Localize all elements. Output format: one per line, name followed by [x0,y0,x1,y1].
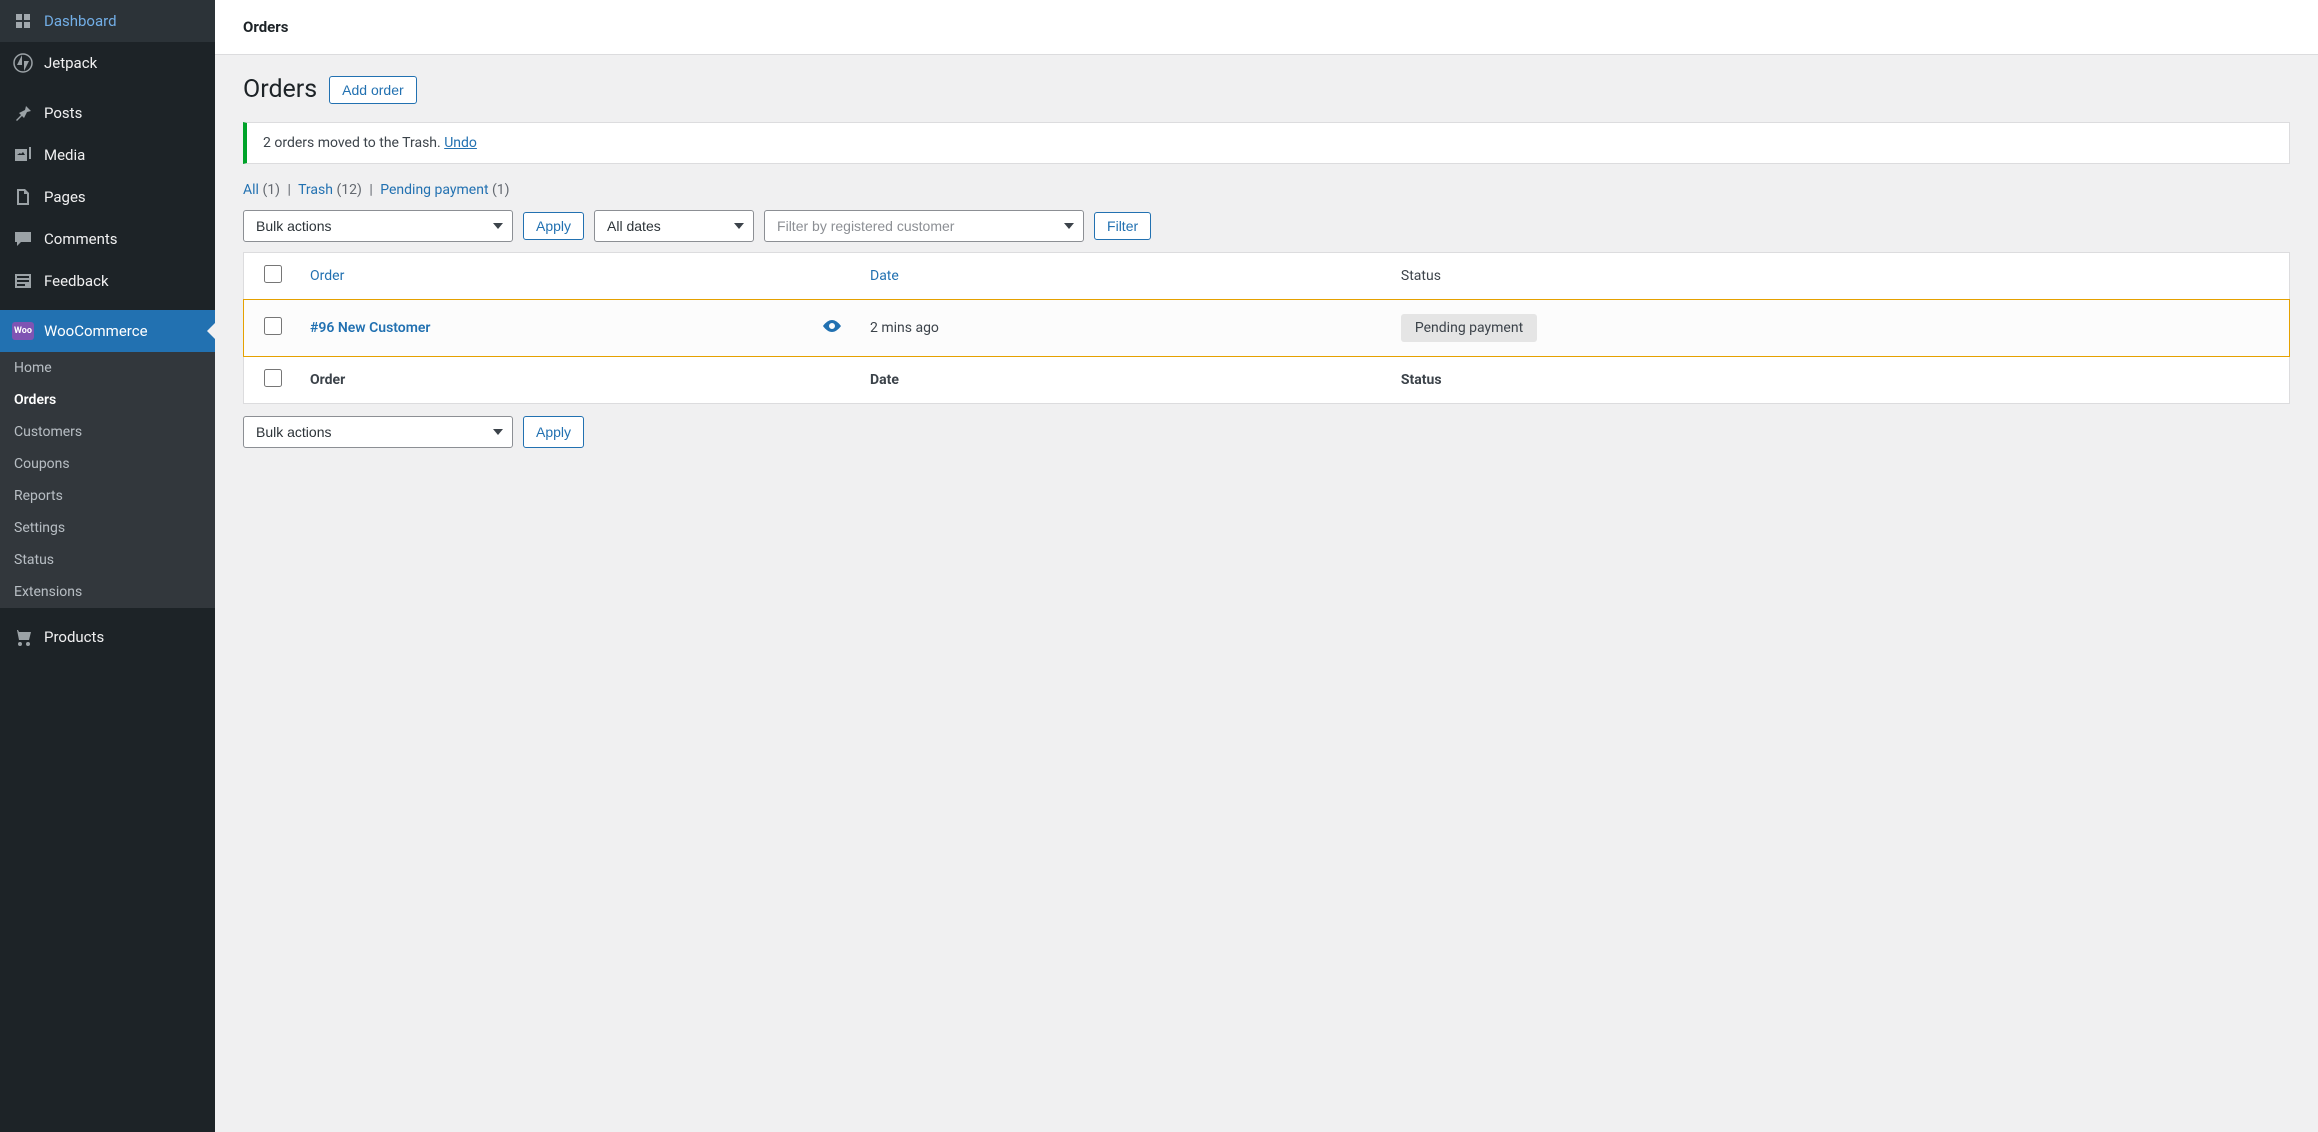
controls-top: Bulk actions Apply All dates Filter by r… [243,210,2290,242]
customer-filter-select[interactable]: Filter by registered customer [764,210,1084,242]
sidebar-item-woocommerce[interactable]: Woo WooCommerce [0,310,215,352]
woocommerce-icon: Woo [12,320,34,342]
sidebar-item-comments[interactable]: Comments [0,218,215,260]
feedback-icon [12,270,34,292]
submenu-item-coupons[interactable]: Coupons [0,448,215,480]
content-area: Orders Add order 2 orders moved to the T… [215,55,2318,468]
sidebar-item-label: Media [44,146,85,164]
add-order-button[interactable]: Add order [329,76,416,104]
sort-order-footer[interactable]: Order [310,372,345,388]
sidebar-item-label: Posts [44,104,82,122]
row-checkbox[interactable] [264,317,282,335]
submenu-item-status[interactable]: Status [0,544,215,576]
sidebar-item-label: Pages [44,188,86,206]
order-date: 2 mins ago [856,300,1387,357]
dashboard-icon [12,10,34,32]
sort-order-header[interactable]: Order [310,268,344,284]
products-icon [12,626,34,648]
table-row[interactable]: #96 New Customer 2 mins ago Pending paym… [244,300,2290,357]
table-header-row: Order Date Status [244,253,2290,300]
notice-trash: 2 orders moved to the Trash. Undo [243,122,2290,164]
filter-all-link[interactable]: All [243,182,259,198]
sidebar-item-pages[interactable]: Pages [0,176,215,218]
bulk-actions-select-bottom[interactable]: Bulk actions [243,416,513,448]
sidebar-item-label: WooCommerce [44,322,148,340]
apply-button-top[interactable]: Apply [523,212,584,240]
sidebar-item-label: Dashboard [44,12,117,30]
comment-icon [12,228,34,250]
orders-table: Order Date Status #96 New Customer 2 min… [243,252,2290,404]
submenu-item-orders[interactable]: Orders [0,384,215,416]
controls-bottom: Bulk actions Apply [243,416,2290,448]
sidebar-item-label: Feedback [44,272,109,290]
apply-button-bottom[interactable]: Apply [523,416,584,448]
status-footer: Status [1387,357,2290,404]
notice-text: 2 orders moved to the Trash. [263,135,441,151]
admin-sidebar: Dashboard Jetpack Posts Media Pages Comm… [0,0,215,1132]
sidebar-item-label: Comments [44,230,118,248]
sidebar-item-dashboard[interactable]: Dashboard [0,0,215,42]
sidebar-item-posts[interactable]: Posts [0,92,215,134]
filter-links: All (1) | Trash (12) | Pending payment (… [243,182,2290,198]
submenu-item-settings[interactable]: Settings [0,512,215,544]
status-header: Status [1387,253,2290,300]
submenu-item-extensions[interactable]: Extensions [0,576,215,608]
submenu-item-home[interactable]: Home [0,352,215,384]
sort-date-header[interactable]: Date [870,268,899,284]
select-all-checkbox-bottom[interactable] [264,369,282,387]
filter-pending-link[interactable]: Pending payment [380,182,488,198]
sidebar-item-feedback[interactable]: Feedback [0,260,215,302]
order-link[interactable]: #96 New Customer [310,320,430,336]
bulk-actions-select[interactable]: Bulk actions [243,210,513,242]
pages-icon [12,186,34,208]
sidebar-item-label: Jetpack [44,54,97,72]
sidebar-item-label: Products [44,628,104,646]
sort-date-footer[interactable]: Date [870,372,899,388]
woocommerce-submenu: Home Orders Customers Coupons Reports Se… [0,352,215,608]
media-icon [12,144,34,166]
topbar-title: Orders [243,18,2290,36]
sidebar-item-products[interactable]: Products [0,616,215,658]
page-header: Orders Add order [243,75,2290,104]
filter-all-count: (1) [262,182,280,198]
sidebar-item-jetpack[interactable]: Jetpack [0,42,215,84]
filter-pending-count: (1) [492,182,510,198]
pin-icon [12,102,34,124]
topbar: Orders [215,0,2318,55]
submenu-item-reports[interactable]: Reports [0,480,215,512]
main-content: Orders Orders Add order 2 orders moved t… [215,0,2318,1132]
date-filter-select[interactable]: All dates [594,210,754,242]
table-footer-row: Order Date Status [244,357,2290,404]
filter-trash-link[interactable]: Trash [298,182,333,198]
preview-icon[interactable] [822,316,842,341]
filter-trash-count: (12) [336,182,361,198]
jetpack-icon [12,52,34,74]
page-title: Orders [243,75,317,104]
notice-undo-link[interactable]: Undo [444,135,477,151]
submenu-item-customers[interactable]: Customers [0,416,215,448]
sidebar-item-media[interactable]: Media [0,134,215,176]
filter-button[interactable]: Filter [1094,212,1151,240]
order-status-badge: Pending payment [1401,314,1537,342]
select-all-checkbox[interactable] [264,265,282,283]
